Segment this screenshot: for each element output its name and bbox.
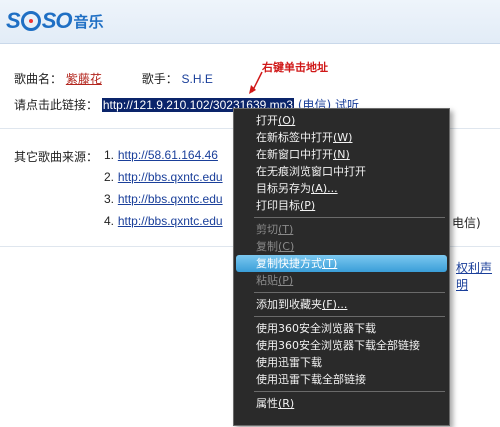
source-item-4[interactable]: 4. http://bbs.qxntc.edu [104, 214, 223, 228]
menu-item-cut: 剪切(T) [256, 223, 294, 236]
menu-item-open-new-window[interactable]: 在新窗口中打开(N) [234, 146, 449, 163]
source-link-4[interactable]: http://bbs.qxntc.edu [118, 214, 223, 228]
soso-music-logo[interactable]: S SO 音乐 [6, 6, 104, 36]
logo-wordmark: S SO [6, 8, 72, 33]
menu-separator [254, 316, 445, 317]
menu-item-download-all-360[interactable]: 使用360安全浏览器下载全部链接 [234, 337, 449, 354]
source-isp-tail: 电信) [452, 216, 481, 230]
menu-item-print-target[interactable]: 打印目标(P) [234, 197, 449, 214]
song-name-link[interactable]: 紫藤花 [66, 72, 102, 86]
menu-item-copy: 复制(C) [256, 240, 295, 253]
menu-separator [254, 292, 445, 293]
source-link-2[interactable]: http://bbs.qxntc.edu [118, 170, 223, 184]
source-item-1[interactable]: 1. http://58.61.164.46 [104, 148, 218, 162]
menu-item-copy-shortcut[interactable]: 复制快捷方式(T) [236, 255, 447, 272]
menu-item-add-favorites[interactable]: 添加到收藏夹(F)... [234, 296, 449, 313]
source-item-3[interactable]: 3. http://bbs.qxntc.edu [104, 192, 223, 206]
menu-item-save-target[interactable]: 目标另存为(A)... [234, 180, 449, 197]
logo-ring-icon [20, 11, 41, 31]
menu-item-download-360[interactable]: 使用360安全浏览器下载 [234, 320, 449, 337]
singer-value: S.H.E [181, 72, 213, 86]
site-header: S SO 音乐 [0, 0, 500, 44]
menu-item-download-thunder[interactable]: 使用迅雷下载 [234, 354, 449, 371]
source-link-3[interactable]: http://bbs.qxntc.edu [118, 192, 223, 206]
song-name-label: 歌曲名： [14, 72, 63, 86]
logo-suffix: 音乐 [73, 12, 104, 31]
sources-label: 其它歌曲来源： [14, 150, 99, 164]
menu-separator [254, 217, 445, 218]
context-menu: 打开(O) 在新标签中打开(W) 在新窗口中打开(N) 在无痕浏览窗口中打开 目… [233, 108, 450, 426]
annotation-arrow-icon [249, 71, 263, 94]
annotation-text: 右键单击地址 [262, 61, 328, 74]
rights-link[interactable]: 权利声明 [456, 259, 500, 293]
menu-item-open[interactable]: 打开(O) [234, 112, 449, 129]
menu-item-open-private[interactable]: 在无痕浏览窗口中打开 [234, 163, 449, 180]
source-link-1[interactable]: http://58.61.164.46 [118, 148, 218, 162]
menu-item-paste: 粘贴(P) [256, 274, 294, 287]
singer-label: 歌手： [141, 72, 178, 86]
menu-item-properties[interactable]: 属性(R) [234, 395, 449, 412]
source-item-2[interactable]: 2. http://bbs.qxntc.edu [104, 170, 223, 184]
link-label: 请点击此链接： [14, 98, 99, 112]
menu-item-download-all-thunder[interactable]: 使用迅雷下载全部链接 [234, 371, 449, 388]
song-info-row: 歌曲名： 紫藤花 歌手： S.H.E [14, 70, 213, 87]
menu-item-open-new-tab[interactable]: 在新标签中打开(W) [234, 129, 449, 146]
menu-separator [254, 391, 445, 392]
